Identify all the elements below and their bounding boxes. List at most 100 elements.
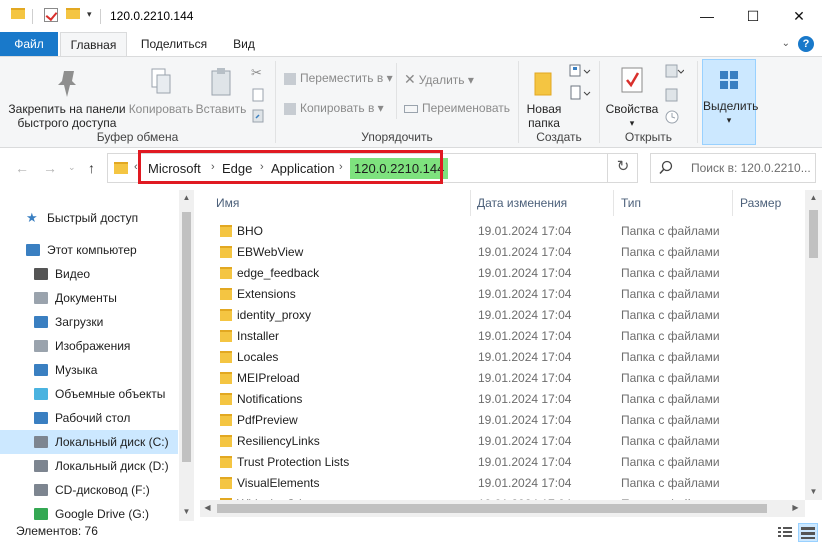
scroll-down-arrow-icon[interactable]: ▼ [179,504,194,520]
tab-share[interactable]: Поделиться [134,32,214,56]
select-button[interactable]: Выделить ▾ [702,59,758,145]
scroll-up-arrow-icon[interactable]: ▲ [805,190,822,206]
properties-quick-access-icon[interactable] [44,8,58,22]
sidebar-item[interactable]: Локальный диск (D:) [0,454,178,478]
column-header-date[interactable]: Дата изменения [477,190,567,216]
sidebar-item[interactable]: CD-дисковод (F:) [0,478,178,502]
copy-to-button[interactable]: Копировать в ▾ [284,101,384,115]
ribbon-expand-chevron-icon[interactable]: ⌄ [782,38,790,49]
file-row[interactable]: BHO 19.01.2024 17:04 Папка с файлами [200,221,805,242]
cut-icon[interactable]: ✂ [251,65,262,81]
new-item-icon [569,64,591,77]
paste-button[interactable]: Вставить [194,67,248,116]
sidebar-item[interactable]: Музыка [0,358,178,382]
column-divider[interactable] [613,190,614,216]
sidebar-item[interactable]: Объемные объекты [0,382,178,406]
ribbon-divider [396,63,397,119]
history-button[interactable] [664,109,680,128]
new-folder-button[interactable]: Новая папка [523,67,565,130]
file-date: 19.01.2024 17:04 [478,392,572,406]
file-row[interactable]: PdfPreview 19.01.2024 17:04 Папка с файлам… [200,410,805,431]
scrollbar-thumb[interactable] [217,504,767,513]
select-group: Выделить ▾ [698,57,758,147]
file-list-vertical-scrollbar[interactable]: ▲ ▼ [805,190,822,500]
file-type: Папка с файлами [621,224,720,238]
scroll-down-arrow-icon[interactable]: ▼ [805,484,822,500]
properties-button[interactable]: Свойства ▾ [604,65,660,130]
refresh-icon[interactable]: ↻ [607,153,638,183]
copy-path-icon[interactable] [251,88,265,105]
tab-file[interactable]: Файл [0,32,58,56]
sidebar-item[interactable]: Документы [0,286,178,310]
file-row[interactable]: Locales 19.01.2024 17:04 Папка с файлами [200,347,805,368]
file-row[interactable]: edge_feedback 19.01.2024 17:04 Папка с фай… [200,263,805,284]
up-arrow-icon[interactable]: ↑ [88,160,95,176]
navigation-pane-scrollbar[interactable]: ▲ ▼ [179,190,194,523]
copy-button[interactable]: Копировать [128,67,194,116]
pin-to-quick-access-button[interactable]: Закрепить на панели быстрого доступа [6,67,128,130]
scrollbar-thumb[interactable] [809,210,818,258]
sidebar-item[interactable]: Загрузки [0,310,178,334]
search-icon [659,160,673,175]
file-row[interactable]: identity_proxy 19.01.2024 17:04 Папка с фа… [200,305,805,326]
minimize-button[interactable]: — [684,0,730,32]
help-icon[interactable]: ? [798,36,814,52]
file-row[interactable]: MEIPreload 19.01.2024 17:04 Папка с файлам… [200,368,805,389]
column-header-type[interactable]: Тип [621,190,641,216]
close-button[interactable]: ✕ [776,0,822,32]
forward-arrow-icon[interactable]: → [43,160,57,176]
sidebar-item[interactable]: Изображения [0,334,178,358]
file-list-horizontal-scrollbar[interactable]: ◀ ▶ [200,500,805,517]
edit-button[interactable] [664,87,680,106]
large-icons-view-button[interactable] [798,523,818,542]
file-date: 19.01.2024 17:04 [478,329,572,343]
scroll-up-arrow-icon[interactable]: ▲ [179,190,194,206]
column-header-size[interactable]: Размер [740,190,781,216]
move-to-button[interactable]: Переместить в ▾ [284,71,393,85]
file-type: Папка с файлами [621,350,720,364]
file-row[interactable]: Trust Protection Lists 19.01.2024 17:04 Па… [200,452,805,473]
easy-access-button[interactable] [569,85,591,104]
column-divider[interactable] [470,190,471,216]
details-view-button[interactable] [775,523,795,542]
sidebar-item[interactable]: Этот компьютер [0,238,178,262]
drive-icon [34,460,48,472]
file-row[interactable]: EBWebView 19.01.2024 17:04 Папка с файлами [200,242,805,263]
scroll-right-arrow-icon[interactable]: ▶ [788,500,803,516]
sidebar-item[interactable]: Локальный диск (C:) [0,430,178,454]
file-date: 19.01.2024 17:04 [478,245,572,259]
scrollbar-thumb[interactable] [182,212,191,462]
tab-home[interactable]: Главная [60,32,127,56]
new-item-button[interactable] [569,63,591,82]
tab-view[interactable]: Вид [226,32,262,56]
sidebar-item[interactable]: Видео [0,262,178,286]
new-folder-quick-access-icon[interactable] [66,8,80,19]
paste-shortcut-icon[interactable] [251,109,265,126]
delete-button[interactable]: ✕ Удалить ▾ [404,71,474,88]
file-row[interactable]: ResiliencyLinks 19.01.2024 17:04 Папка с ф… [200,431,805,452]
file-type: Папка с файлами [621,308,720,322]
file-date: 19.01.2024 17:04 [478,224,572,238]
open-button[interactable] [664,63,685,82]
back-arrow-icon[interactable]: ← [15,160,29,176]
customize-quick-access-icon[interactable]: ▾ [87,9,92,20]
scroll-left-arrow-icon[interactable]: ◀ [200,500,215,516]
recent-locations-chevron-icon[interactable]: ⌄ [68,162,76,173]
sidebar-item[interactable]: Рабочий стол [0,406,178,430]
search-box[interactable]: Поиск в: 120.0.2210... [650,153,816,183]
file-row[interactable]: Extensions 19.01.2024 17:04 Папка с файлам… [200,284,805,305]
column-divider[interactable] [732,190,733,216]
maximize-button[interactable]: ☐ [730,0,776,32]
history-icon [665,110,679,124]
column-header-name[interactable]: Имя [216,190,239,216]
sidebar-item[interactable]: ★ Быстрый доступ [0,206,178,230]
sidebar-item[interactable]: Google Drive (G:) [0,502,178,523]
file-row[interactable]: Installer 19.01.2024 17:04 Папка с файлами [200,326,805,347]
documents-icon [34,292,48,304]
new-group: Новая папка Создать [519,57,599,147]
edit-icon [665,88,678,102]
file-row[interactable]: Notifications 19.01.2024 17:04 Папка с фай… [200,389,805,410]
rename-button[interactable]: Переименовать [404,101,510,115]
file-row[interactable]: VisualElements 19.01.2024 17:04 Папка с фа… [200,473,805,494]
properties-dropdown-icon[interactable]: ▾ [604,116,660,130]
